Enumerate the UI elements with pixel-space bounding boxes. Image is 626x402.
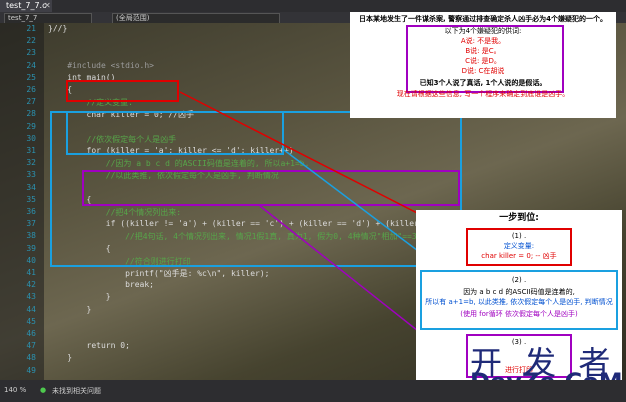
statement-c: C说: 是D。 — [465, 57, 501, 65]
known-fact: 已知3个人说了真话, 1个人说的是假话。 — [419, 79, 547, 87]
step1-code: char killer = 0; -- 凶手 — [481, 252, 557, 260]
check-icon: ● — [40, 386, 47, 394]
statement-b: B说: 是C。 — [465, 47, 501, 55]
statement-a: A说: 不是我。 — [460, 37, 506, 45]
step1-label: 定义变量: — [503, 242, 535, 250]
task-text: 现在请根据这些信息, 写一个程序来确定到底谁是凶手。 — [396, 90, 570, 98]
puzzle-panel: 日本某地发生了一件谋杀案, 警察通过排查确定杀人凶手必为4个嫌疑犯的一个。 以下… — [350, 12, 616, 118]
step1-number: (1) . — [511, 232, 527, 240]
puzzle-intro: 日本某地发生了一件谋杀案, 警察通过排查确定杀人凶手必为4个嫌疑犯的一个。 — [359, 15, 607, 23]
status-bar: 140 % ● 未找到相关问题 — [0, 380, 626, 402]
step2-line1: 因为 a b c d 的ASCII码值是连着的, — [463, 288, 575, 296]
step2-line2: 所以有 a+1=b, 以此类推, 依次假定每个人是凶手, 判断情况 — [425, 298, 613, 306]
issues-status[interactable]: 未找到相关问题 — [52, 386, 101, 396]
statement-d: D说: C在胡说 — [461, 67, 505, 75]
steps-title: 一步到位: — [499, 213, 539, 223]
step2-number: (2) . — [511, 276, 527, 284]
zoom-level[interactable]: 140 % — [4, 386, 26, 394]
step2-line3: (使用 for循环 依次假定每个人是凶手) — [460, 310, 578, 318]
puzzle-header: 以下为4个嫌疑犯的供词: — [444, 27, 522, 35]
